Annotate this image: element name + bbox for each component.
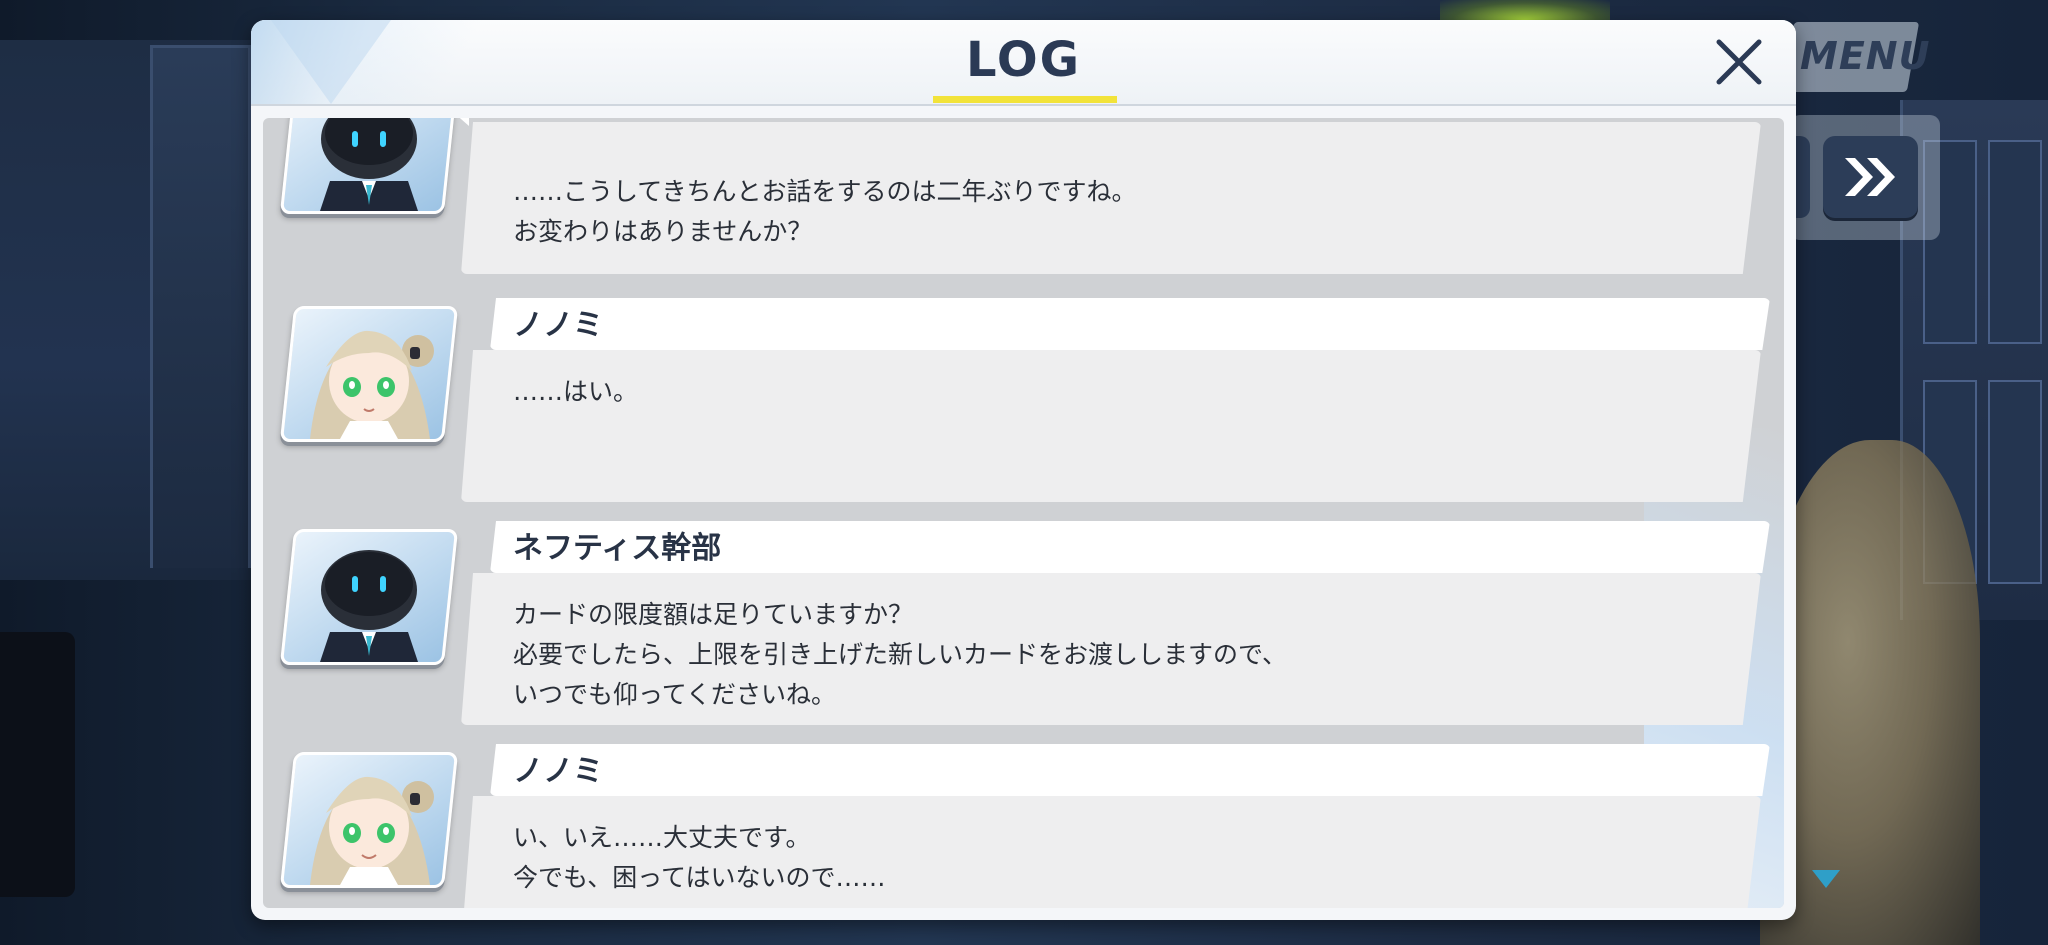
double-chevron-right-icon xyxy=(1845,158,1895,196)
message-line: い、いえ……大丈夫です。 xyxy=(513,823,811,852)
speaker-name: ネフティス幹部 xyxy=(513,531,722,566)
log-header: LOG xyxy=(251,20,1796,106)
log-title: LOG xyxy=(965,32,1082,88)
nonomi-portrait-icon xyxy=(310,776,434,885)
log-dialog: LOG ……こうしてきちんとお話をするのは二年ぶりですね。 お変わりはありません… xyxy=(251,20,1796,920)
nonomi-portrait-icon xyxy=(310,330,434,439)
avatar-robot-executive xyxy=(279,529,459,665)
message-line: ……こうしてきちんとお話をするのは二年ぶりですね。 xyxy=(513,177,1137,206)
fast-forward-button[interactable] xyxy=(1823,136,1918,218)
menu-label[interactable]: MENU xyxy=(1800,34,1930,78)
log-title-underline xyxy=(933,96,1117,103)
robot-portrait-icon xyxy=(320,550,418,662)
message-line: 必要でしたら、上限を引き上げた新しいカードをお渡ししますので、 xyxy=(513,640,1288,669)
message-line: ……はい。 xyxy=(513,377,639,406)
log-entry: ……こうしてきちんとお話をするのは二年ぶりですね。 お変わりはありませんか？ xyxy=(263,118,1784,280)
speaker-name-bar xyxy=(490,298,1770,350)
close-button[interactable] xyxy=(1711,34,1767,90)
avatar-nonomi xyxy=(279,306,459,442)
bubble-tail xyxy=(453,118,469,126)
avatar-robot-executive xyxy=(279,118,459,214)
background-door xyxy=(150,45,251,568)
log-scroll-area[interactable]: ……こうしてきちんとお話をするのは二年ぶりですね。 お変わりはありませんか？ ノ… xyxy=(263,118,1784,908)
message-line: いつでも仰ってくださいね。 xyxy=(513,680,837,709)
log-entry: ネフティス幹部 カードの限度額は足りていますか？ 必要でしたら、上限を引き上げた… xyxy=(263,521,1784,731)
message-line: 今でも、困ってはいないので…… xyxy=(513,863,886,892)
message-box xyxy=(461,350,1761,502)
robot-portrait-icon xyxy=(320,118,418,211)
close-icon xyxy=(1716,39,1762,85)
speaker-name: ノノミ xyxy=(513,754,603,789)
speaker-name: ノノミ xyxy=(513,308,603,343)
log-entry: ノノミ い、いえ……大丈夫です。 今でも、困ってはいないので…… xyxy=(263,744,1784,908)
window-pane xyxy=(1988,140,2042,344)
window-pane xyxy=(1988,380,2042,584)
game-scene: MENU LOG ……こうしてきちんとお話をするのは二年ぶりですね。 お変わりは… xyxy=(0,0,2048,945)
background-dark-object xyxy=(0,632,75,897)
log-entry: ノノミ ……はい。 xyxy=(263,298,1784,508)
speaker-name-bar xyxy=(490,744,1770,796)
avatar-nonomi xyxy=(279,752,459,888)
message-line: お変わりはありませんか？ xyxy=(513,217,813,246)
scroll-down-indicator-icon xyxy=(1812,870,1840,888)
message-line: カードの限度額は足りていますか？ xyxy=(513,600,914,629)
